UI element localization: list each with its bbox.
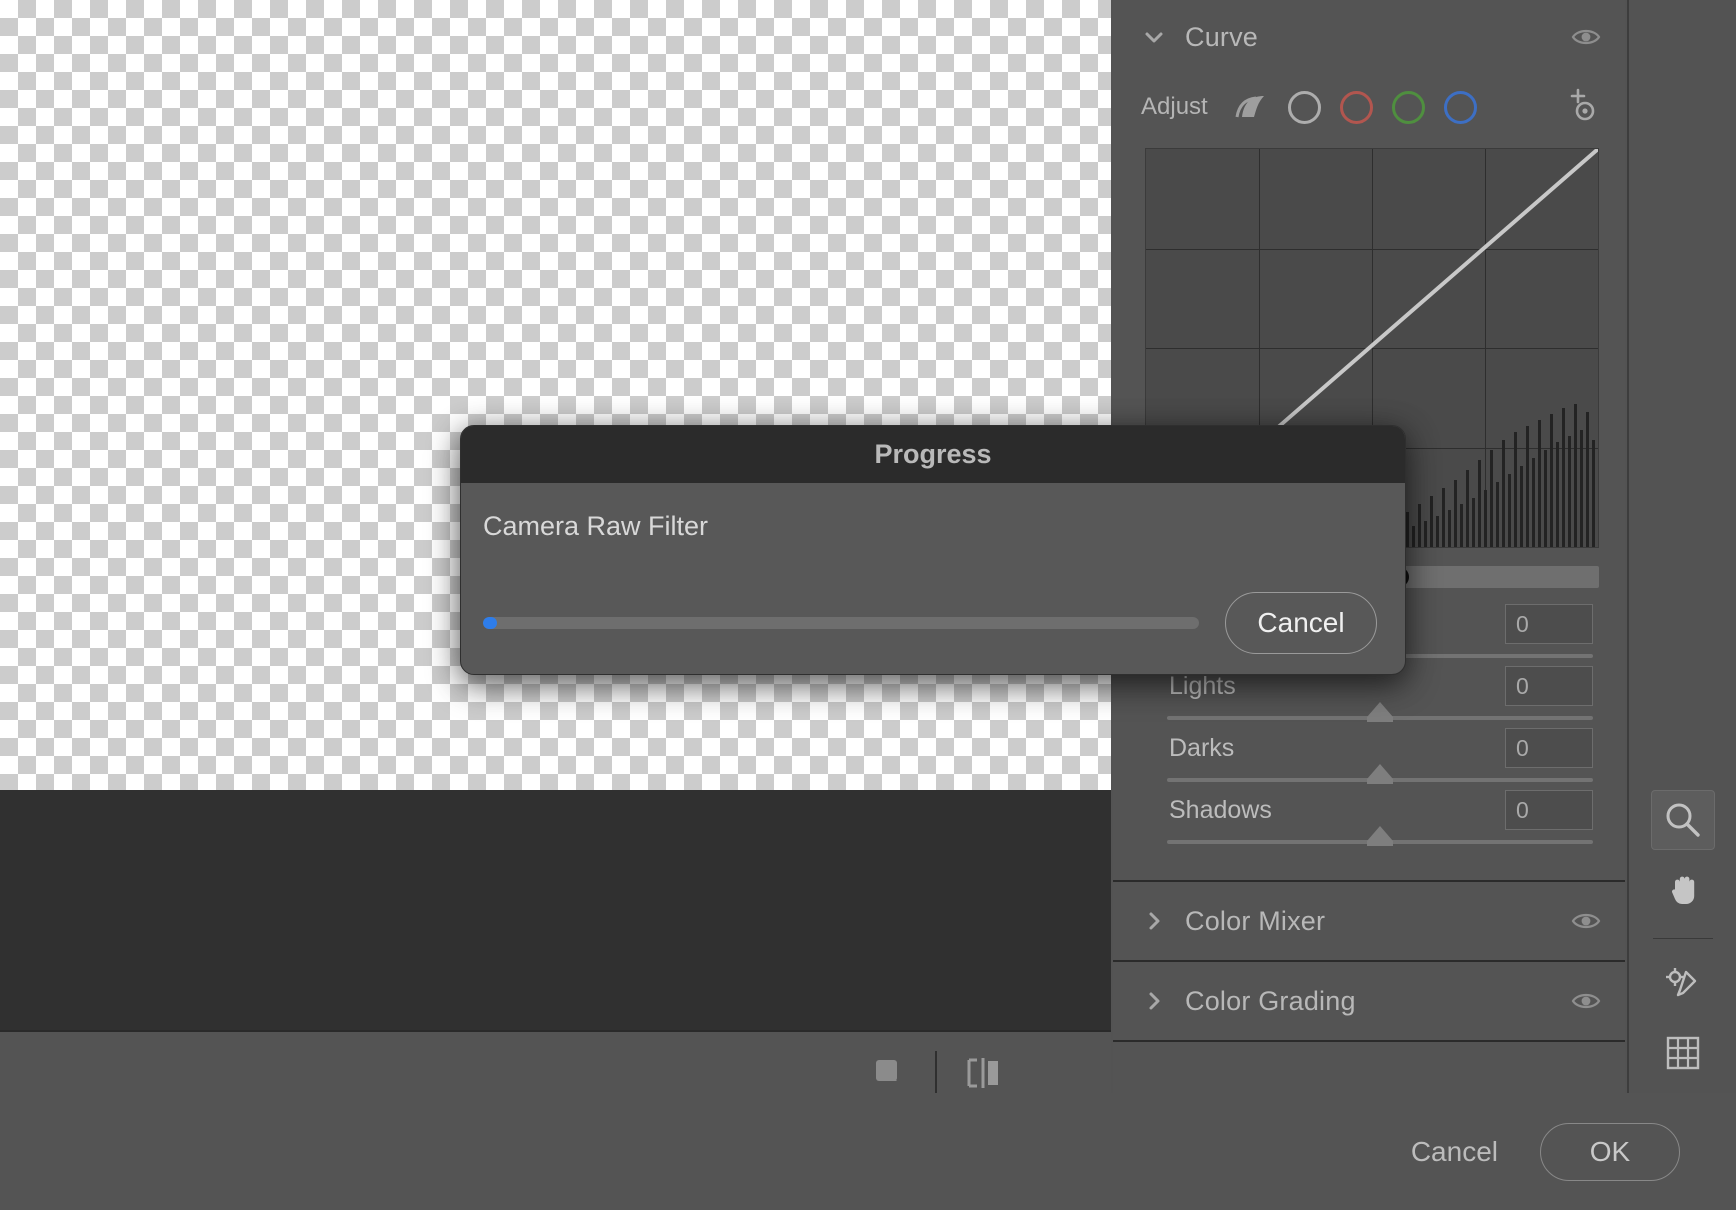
progress-dialog-titlebar: Progress bbox=[461, 426, 1405, 483]
section-color-mixer[interactable]: Color Mixer bbox=[1113, 882, 1625, 960]
slider-track[interactable] bbox=[1167, 826, 1593, 846]
slider-thumb[interactable] bbox=[1367, 764, 1393, 784]
slider-label: Darks bbox=[1169, 734, 1235, 762]
curve-section-header[interactable]: Curve bbox=[1113, 0, 1625, 74]
slider-value-input[interactable]: 0 bbox=[1505, 790, 1593, 830]
progress-dialog-body: Camera Raw Filter Cancel bbox=[461, 483, 1405, 674]
slider-thumb[interactable] bbox=[1367, 826, 1393, 846]
slider-track[interactable] bbox=[1167, 702, 1593, 722]
slider-label: Shadows bbox=[1169, 796, 1272, 824]
slider-track[interactable] bbox=[1167, 764, 1593, 784]
footer-cancel-button[interactable]: Cancel bbox=[1377, 1122, 1532, 1182]
chevron-right-icon[interactable] bbox=[1141, 988, 1167, 1014]
point-curve-green-button[interactable] bbox=[1386, 84, 1432, 130]
progress-task-label: Camera Raw Filter bbox=[483, 511, 709, 541]
eye-icon[interactable] bbox=[1571, 990, 1601, 1012]
green-ring-icon bbox=[1392, 90, 1426, 124]
progress-dialog: Progress Camera Raw Filter Cancel bbox=[460, 425, 1406, 675]
color-grading-title: Color Grading bbox=[1185, 985, 1356, 1016]
progress-dialog-title: Progress bbox=[874, 439, 992, 469]
targeted-adjustment-tool-icon[interactable] bbox=[1557, 84, 1603, 130]
zoom-tool[interactable] bbox=[1650, 790, 1715, 850]
section-divider bbox=[1113, 1040, 1625, 1042]
range-track bbox=[1383, 566, 1599, 588]
dialog-footer: Cancel OK bbox=[0, 1093, 1736, 1210]
point-curve-red-button[interactable] bbox=[1334, 84, 1380, 130]
rgb-ring-icon bbox=[1288, 90, 1322, 124]
slider-shadows[interactable]: Shadows 0 bbox=[1145, 790, 1599, 854]
tool-rail-divider bbox=[1652, 937, 1713, 940]
grid-overlay-tool[interactable] bbox=[1651, 1023, 1715, 1083]
red-ring-icon bbox=[1340, 90, 1374, 124]
slider-value-input[interactable]: 0 bbox=[1505, 604, 1593, 644]
progress-bar bbox=[483, 617, 1199, 629]
adjust-label: Adjust bbox=[1141, 93, 1208, 120]
progress-cancel-button[interactable]: Cancel bbox=[1225, 592, 1377, 654]
chevron-right-icon[interactable] bbox=[1141, 908, 1167, 934]
section-color-grading[interactable]: Color Grading bbox=[1113, 962, 1625, 1040]
parametric-curve-button[interactable] bbox=[1230, 84, 1276, 130]
eye-icon[interactable] bbox=[1571, 26, 1601, 48]
curve-section-title: Curve bbox=[1185, 21, 1259, 52]
point-curve-blue-button[interactable] bbox=[1438, 84, 1484, 130]
slider-value-input[interactable]: 0 bbox=[1505, 728, 1593, 768]
slider-darks[interactable]: Darks 0 bbox=[1145, 728, 1599, 792]
tool-rail bbox=[1627, 0, 1736, 1093]
progress-controls-row: Cancel bbox=[483, 592, 1377, 654]
slider-value-input[interactable]: 0 bbox=[1505, 666, 1593, 706]
camera-raw-filter-window: Curve Adjust 0 Lights 0 Darks 0 Shadows … bbox=[0, 0, 1736, 1210]
chevron-down-icon[interactable] bbox=[1141, 24, 1167, 50]
toolbar-divider bbox=[935, 1051, 937, 1095]
hand-tool[interactable] bbox=[1651, 860, 1715, 920]
progress-bar-fill bbox=[483, 617, 497, 629]
point-curve-rgb-button[interactable] bbox=[1282, 84, 1328, 130]
blue-ring-icon bbox=[1444, 90, 1478, 124]
color-mixer-title: Color Mixer bbox=[1185, 905, 1326, 936]
white-balance-tool[interactable] bbox=[1651, 953, 1715, 1013]
canvas-letterbox-strip bbox=[0, 790, 1111, 1030]
curve-adjust-row: Adjust bbox=[1113, 74, 1625, 140]
footer-ok-button[interactable]: OK bbox=[1540, 1122, 1680, 1181]
eye-icon[interactable] bbox=[1571, 910, 1601, 932]
slider-thumb[interactable] bbox=[1367, 702, 1393, 722]
